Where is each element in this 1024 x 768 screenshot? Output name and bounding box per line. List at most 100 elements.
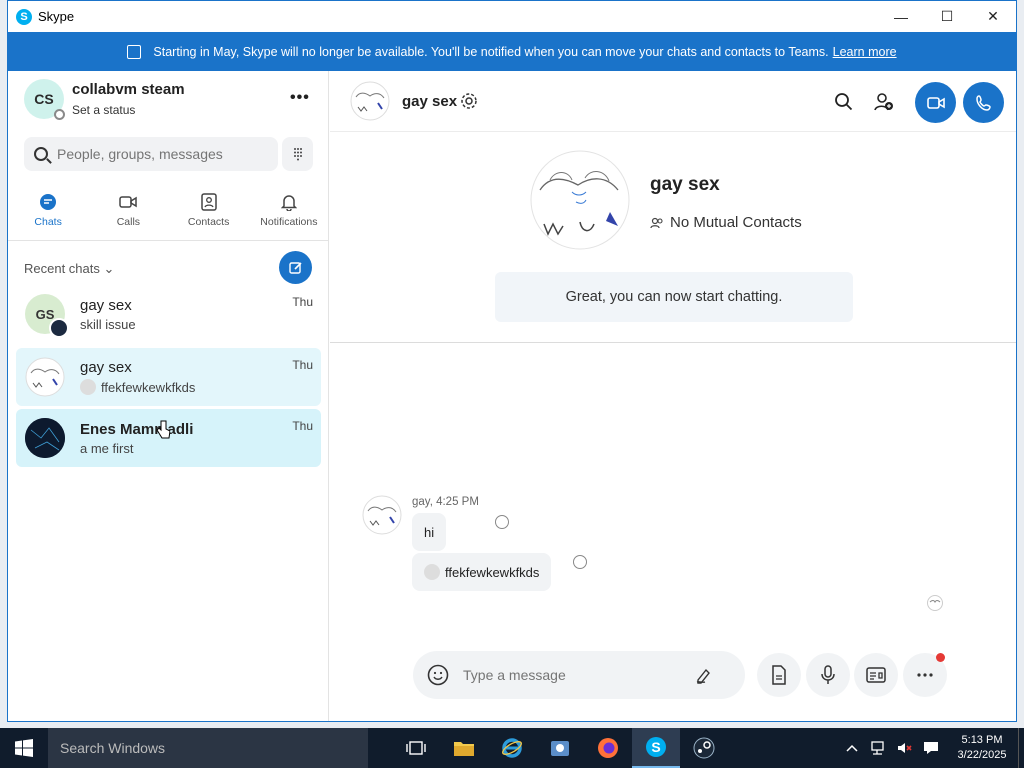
mutual-contacts-text: No Mutual Contacts bbox=[670, 214, 802, 231]
skype-logo-icon: S bbox=[16, 8, 32, 25]
folder-icon bbox=[454, 742, 474, 756]
share-file-button[interactable] bbox=[757, 653, 801, 697]
main-nav: Chats Calls Contacts Notifications bbox=[8, 191, 329, 241]
audio-call-button[interactable] bbox=[963, 82, 1004, 123]
avatar[interactable] bbox=[350, 81, 390, 121]
react-emoji-icon[interactable] bbox=[495, 515, 509, 529]
tab-calls[interactable]: Calls bbox=[88, 191, 168, 240]
list-item[interactable]: gay sex ffekfewkewkfkds Thu bbox=[16, 348, 321, 406]
media-app-button[interactable] bbox=[536, 728, 584, 768]
close-button[interactable]: ✕ bbox=[970, 1, 1016, 32]
internet-explorer-button[interactable] bbox=[488, 728, 536, 768]
app-icon bbox=[551, 741, 569, 756]
chat-name: Enes Mammadli bbox=[80, 420, 194, 438]
tab-label: Contacts bbox=[187, 216, 230, 228]
contact-card-icon bbox=[866, 667, 886, 683]
search-input[interactable] bbox=[57, 146, 257, 162]
search-box[interactable] bbox=[24, 137, 278, 171]
chevron-up-icon[interactable] bbox=[844, 740, 860, 756]
maximize-button[interactable]: ☐ bbox=[924, 1, 970, 32]
skype-taskbar-button[interactable]: S bbox=[632, 728, 680, 768]
contact-card-button[interactable] bbox=[854, 653, 898, 697]
dialpad-button[interactable] bbox=[282, 137, 313, 171]
chat-time: Thu bbox=[292, 358, 313, 372]
steam-icon bbox=[693, 737, 715, 759]
tab-notifications[interactable]: Notifications bbox=[249, 191, 329, 240]
avatar[interactable] bbox=[362, 495, 402, 535]
message-text: ffekfewkewkfkds bbox=[445, 564, 540, 580]
list-item[interactable]: GS gay sex skill issue Thu bbox=[16, 285, 321, 343]
avatar[interactable]: CS bbox=[24, 79, 65, 120]
set-status-link[interactable]: Set a status bbox=[72, 103, 185, 117]
contact-intro-card: gay sex No Mutual Contacts Great, you ca… bbox=[330, 132, 1016, 343]
avatar bbox=[25, 418, 65, 458]
microphone-icon bbox=[821, 665, 835, 684]
firefox-button[interactable] bbox=[584, 728, 632, 768]
chat-icon bbox=[39, 193, 57, 211]
taskbar-search[interactable]: Search Windows bbox=[48, 728, 368, 768]
chat-name: gay sex bbox=[80, 359, 132, 376]
add-person-icon[interactable] bbox=[873, 91, 895, 113]
message-input[interactable] bbox=[463, 667, 693, 683]
profile-area[interactable]: CS collabvm steam Set a status bbox=[24, 79, 185, 120]
notification-dot bbox=[936, 653, 945, 662]
start-button[interactable] bbox=[0, 728, 48, 768]
sender-mini-avatar bbox=[424, 564, 440, 580]
gear-icon[interactable] bbox=[460, 92, 478, 110]
learn-more-link[interactable]: Learn more bbox=[833, 45, 897, 59]
format-text-icon[interactable] bbox=[695, 666, 713, 684]
mutual-contacts: No Mutual Contacts bbox=[650, 214, 802, 231]
tab-label: Calls bbox=[116, 216, 141, 228]
ie-icon bbox=[502, 738, 522, 758]
search-icon bbox=[34, 147, 48, 161]
dialpad-icon bbox=[293, 148, 302, 161]
steam-button[interactable] bbox=[680, 728, 728, 768]
profile-name: collabvm steam bbox=[72, 81, 185, 98]
tab-contacts[interactable]: Contacts bbox=[169, 191, 249, 240]
search-icon[interactable] bbox=[833, 91, 855, 113]
compose-icon bbox=[288, 261, 302, 274]
more-dots-icon bbox=[917, 673, 933, 677]
avatar bbox=[530, 150, 630, 250]
action-center-icon[interactable] bbox=[922, 740, 940, 756]
chat-time: Thu bbox=[292, 295, 313, 309]
hand-cursor-icon bbox=[156, 420, 170, 439]
system-tray: 5:13 PM 3/22/2025 bbox=[844, 728, 1024, 768]
clock[interactable]: 5:13 PM 3/22/2025 bbox=[946, 733, 1018, 763]
avatar: GS bbox=[25, 294, 69, 338]
firefox-icon bbox=[598, 738, 618, 758]
video-call-button[interactable] bbox=[915, 82, 956, 123]
new-chat-button[interactable] bbox=[279, 251, 312, 284]
task-view-button[interactable] bbox=[392, 728, 440, 768]
show-desktop-button[interactable] bbox=[1018, 728, 1024, 768]
more-options-button[interactable] bbox=[903, 653, 947, 697]
volume-muted-icon[interactable] bbox=[896, 740, 914, 756]
message-bubble[interactable]: hi bbox=[412, 513, 447, 551]
more-options-button[interactable]: ••• bbox=[290, 89, 310, 107]
message-bubble[interactable]: ffekfewkewkfkds bbox=[412, 553, 552, 591]
sidebar: CS collabvm steam Set a status ••• Ch bbox=[8, 71, 329, 721]
chat-name: gay sex bbox=[80, 296, 132, 314]
chat-last-message: skill issue bbox=[80, 316, 136, 332]
video-icon bbox=[926, 96, 945, 109]
windows-logo-icon bbox=[15, 739, 33, 757]
message-composer[interactable] bbox=[413, 651, 745, 699]
presence-indicator bbox=[54, 109, 65, 120]
voice-message-button[interactable] bbox=[806, 653, 850, 697]
network-icon[interactable] bbox=[870, 740, 888, 756]
read-receipt-avatar bbox=[927, 595, 943, 611]
recent-chats-dropdown[interactable]: Recent chats ⌄ bbox=[24, 261, 114, 277]
contact-name: gay sex bbox=[650, 174, 720, 195]
react-emoji-icon[interactable] bbox=[573, 555, 587, 569]
minimize-button[interactable]: — bbox=[878, 1, 924, 32]
clock-date: 3/22/2025 bbox=[957, 749, 1007, 761]
group-badge-avatar bbox=[49, 318, 69, 338]
tab-label: Notifications bbox=[260, 216, 318, 228]
emoji-icon[interactable] bbox=[427, 664, 449, 686]
tab-chats[interactable]: Chats bbox=[8, 191, 88, 240]
teams-migration-banner: Starting in May, Skype will no longer be… bbox=[8, 32, 1016, 71]
file-explorer-button[interactable] bbox=[440, 728, 488, 768]
task-view-icon bbox=[406, 741, 426, 755]
conversation-title[interactable]: gay sex bbox=[402, 93, 457, 110]
contacts-icon bbox=[200, 193, 218, 211]
